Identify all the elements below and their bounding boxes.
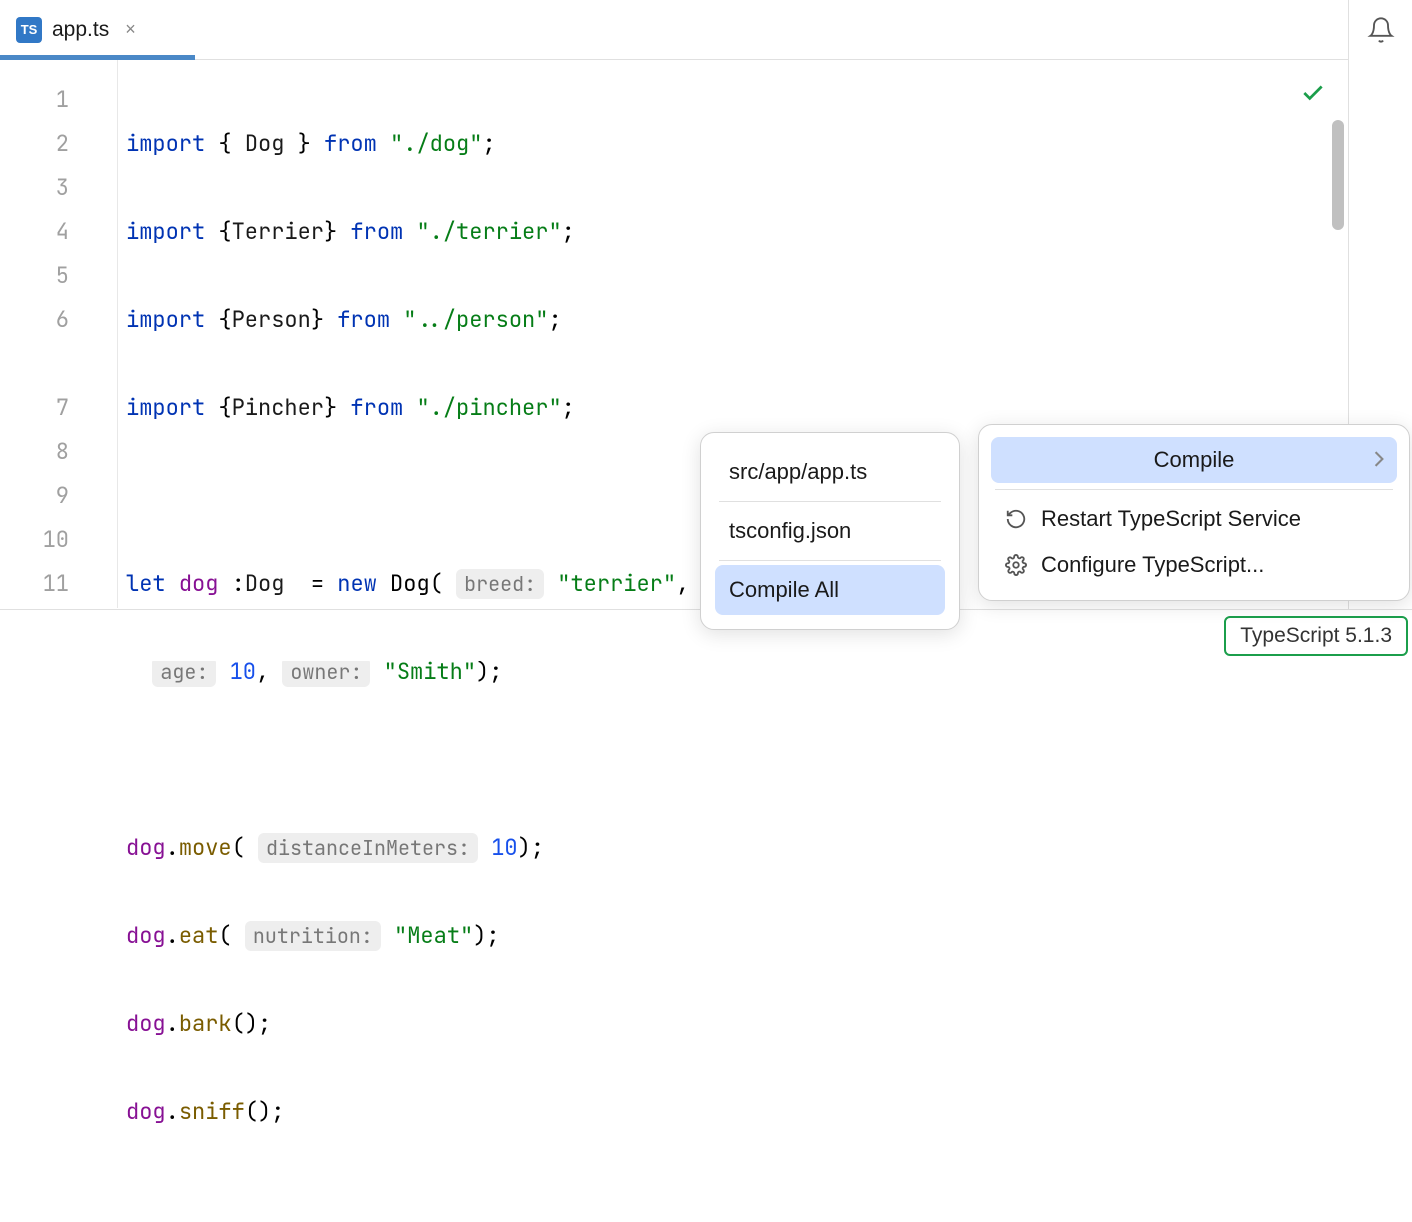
compile-target-item[interactable]: src/app/app.ts <box>715 447 945 497</box>
chevron-right-icon <box>1373 447 1385 473</box>
line-number: 1 <box>0 78 69 122</box>
tab-bar: TS app.ts × ⋮ <box>0 0 1412 60</box>
typescript-menu: Compile Restart TypeScript Service Confi… <box>978 424 1410 601</box>
code-line: dog.move( distanceInMeters: 10); <box>126 826 1412 870</box>
line-number: 10 <box>0 518 69 562</box>
code-line: import {Person} from "../person"; <box>126 298 1412 342</box>
inlay-hint: distanceInMeters: <box>258 833 478 863</box>
line-number: 9 <box>0 474 69 518</box>
line-number: 2 <box>0 122 69 166</box>
restart-icon <box>1005 508 1027 530</box>
notifications-bell-icon[interactable] <box>1367 16 1395 44</box>
inlay-hint: nutrition: <box>245 921 381 951</box>
menu-item-label: Restart TypeScript Service <box>1041 506 1301 532</box>
close-tab-icon[interactable]: × <box>119 19 142 40</box>
line-number: 4 <box>0 210 69 254</box>
code-line: dog.eat( nutrition: "Meat"); <box>126 914 1412 958</box>
compile-submenu: src/app/app.ts tsconfig.json Compile All <box>700 432 960 630</box>
tab-filename: app.ts <box>52 18 109 42</box>
menu-separator <box>719 501 941 502</box>
code-line: dog.bark(); <box>126 1002 1412 1046</box>
compile-target-item[interactable]: tsconfig.json <box>715 506 945 556</box>
inlay-hint: age: <box>152 657 216 687</box>
restart-service-item[interactable]: Restart TypeScript Service <box>991 496 1397 542</box>
typescript-version-widget[interactable]: TypeScript 5.1.3 <box>1224 616 1408 656</box>
compile-menu-item[interactable]: Compile <box>991 437 1397 483</box>
line-number: 3 <box>0 166 69 210</box>
code-line: dog.sniff(); <box>126 1090 1412 1134</box>
line-number: 11 <box>0 562 69 606</box>
inlay-hint: owner: <box>282 657 370 687</box>
editor-tab[interactable]: TS app.ts × <box>12 0 146 59</box>
line-number: 6 <box>0 298 69 342</box>
inlay-hint: breed: <box>456 569 544 599</box>
line-number-gutter: 1 2 3 4 5 6 7 8 9 10 11 <box>0 60 118 608</box>
menu-separator <box>995 489 1393 490</box>
line-number <box>0 342 69 386</box>
menu-separator <box>719 560 941 561</box>
code-line: import { Dog } from "./dog"; <box>126 122 1412 166</box>
code-line <box>126 738 1412 782</box>
inspection-ok-icon[interactable] <box>1300 80 1326 111</box>
configure-typescript-item[interactable]: Configure TypeScript... <box>991 542 1397 588</box>
menu-item-label: Compile <box>1154 447 1235 473</box>
code-line: import {Terrier} from "./terrier"; <box>126 210 1412 254</box>
line-number: 7 <box>0 386 69 430</box>
typescript-file-icon: TS <box>16 17 42 43</box>
gear-icon <box>1005 554 1027 576</box>
line-number: 8 <box>0 430 69 474</box>
menu-item-label: Configure TypeScript... <box>1041 552 1264 578</box>
compile-all-item[interactable]: Compile All <box>715 565 945 615</box>
line-number: 5 <box>0 254 69 298</box>
